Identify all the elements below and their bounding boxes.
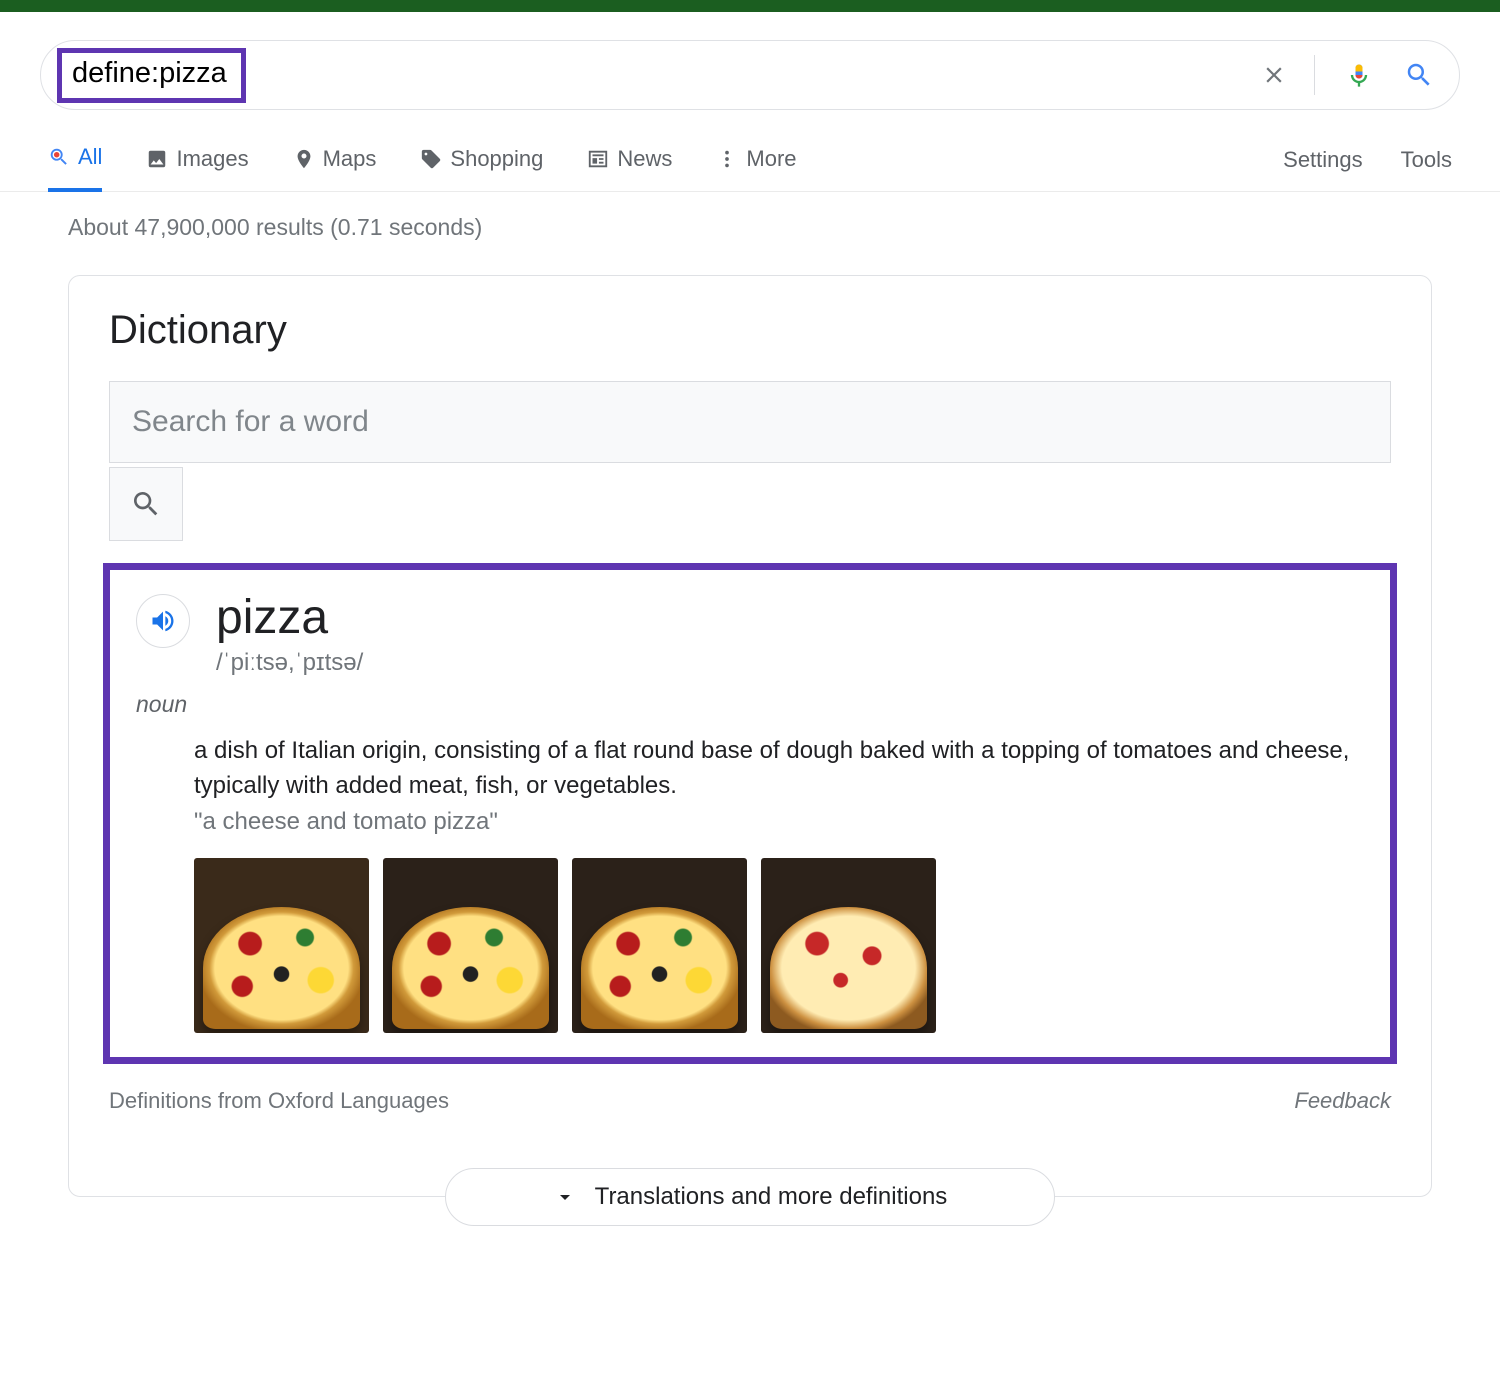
tab-maps[interactable]: Maps (293, 130, 377, 190)
result-image[interactable] (194, 858, 369, 1033)
query-highlight-box: define:pizza (57, 48, 246, 103)
image-results-row (194, 858, 1364, 1033)
dictionary-card: Dictionary Search for a word pizza /ˈpiː… (68, 275, 1432, 1197)
clear-icon[interactable] (1258, 59, 1290, 91)
feedback-link[interactable]: Feedback (1294, 1088, 1391, 1114)
result-stats: About 47,900,000 results (0.71 seconds) (0, 192, 1500, 255)
result-image[interactable] (761, 858, 936, 1033)
tab-images-label: Images (176, 146, 248, 172)
dictionary-search-placeholder: Search for a word (132, 405, 369, 439)
search-bar-container: define:pizza (0, 12, 1500, 128)
settings-link[interactable]: Settings (1283, 131, 1363, 189)
search-tabs: All Images Maps Shopping News More Setti… (0, 128, 1500, 192)
result-image[interactable] (572, 858, 747, 1033)
tab-more[interactable]: More (716, 130, 796, 190)
search-bar[interactable]: define:pizza (40, 40, 1460, 110)
tab-news[interactable]: News (587, 130, 672, 190)
dictionary-search-input[interactable]: Search for a word (109, 381, 1391, 463)
dictionary-search-button[interactable] (109, 467, 183, 541)
dictionary-title: Dictionary (109, 308, 1391, 353)
voice-search-icon[interactable] (1343, 59, 1375, 91)
search-icon[interactable] (1403, 59, 1435, 91)
pronounce-button[interactable] (136, 594, 190, 648)
search-divider (1314, 55, 1315, 95)
definition-text: a dish of Italian origin, consisting of … (194, 734, 1364, 804)
search-query-text[interactable]: define:pizza (72, 57, 227, 89)
phonetic: /ˈpiːtsə,ˈpɪtsə/ (216, 649, 363, 677)
result-image[interactable] (383, 858, 558, 1033)
tab-images[interactable]: Images (146, 130, 248, 190)
tab-all[interactable]: All (48, 128, 102, 192)
example-text: "a cheese and tomato pizza" (194, 808, 1364, 836)
tab-news-label: News (617, 146, 672, 172)
chevron-down-icon (553, 1185, 577, 1209)
part-of-speech: noun (136, 691, 1364, 718)
tab-shopping-label: Shopping (450, 146, 543, 172)
page-top-accent (0, 0, 1500, 12)
definition-highlight-box: pizza /ˈpiːtsə,ˈpɪtsə/ noun a dish of It… (103, 563, 1397, 1064)
tab-shopping[interactable]: Shopping (420, 130, 543, 190)
tab-all-label: All (78, 144, 102, 170)
tools-link[interactable]: Tools (1401, 131, 1452, 189)
word: pizza (216, 590, 363, 645)
tab-more-label: More (746, 146, 796, 172)
expand-label: Translations and more definitions (595, 1183, 948, 1211)
expand-definitions-button[interactable]: Translations and more definitions (445, 1168, 1055, 1226)
tab-maps-label: Maps (323, 146, 377, 172)
definition-source[interactable]: Definitions from Oxford Languages (109, 1088, 449, 1114)
